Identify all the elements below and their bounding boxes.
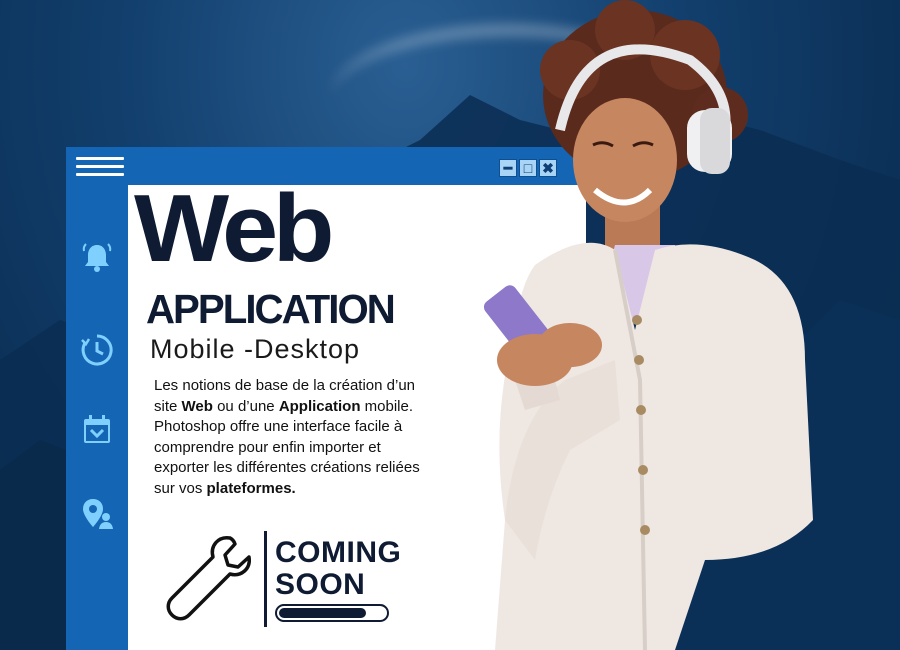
bell-icon[interactable]: [80, 241, 114, 275]
progress-bar: [275, 604, 389, 622]
description: Les notions de base de la création d’un …: [154, 377, 420, 497]
subtitle-mobile-desktop: Mobile -Desktop: [150, 334, 361, 364]
calendar-icon[interactable]: [80, 413, 114, 447]
coming-soon-label: COMING SOON: [275, 536, 402, 601]
sidebar: [66, 185, 128, 650]
wrench-icon: [166, 536, 251, 621]
map-pin-person-icon[interactable]: [80, 497, 114, 531]
woman-with-phone-photo: [483, 0, 813, 650]
title-application: APPLICATION: [146, 286, 396, 332]
hamburger-menu-icon[interactable]: [76, 157, 124, 177]
clock-icon[interactable]: [80, 333, 114, 367]
progress-bar-fill: [279, 608, 366, 618]
page-title: Web: [134, 175, 334, 282]
coming-soon-divider: [264, 531, 267, 627]
